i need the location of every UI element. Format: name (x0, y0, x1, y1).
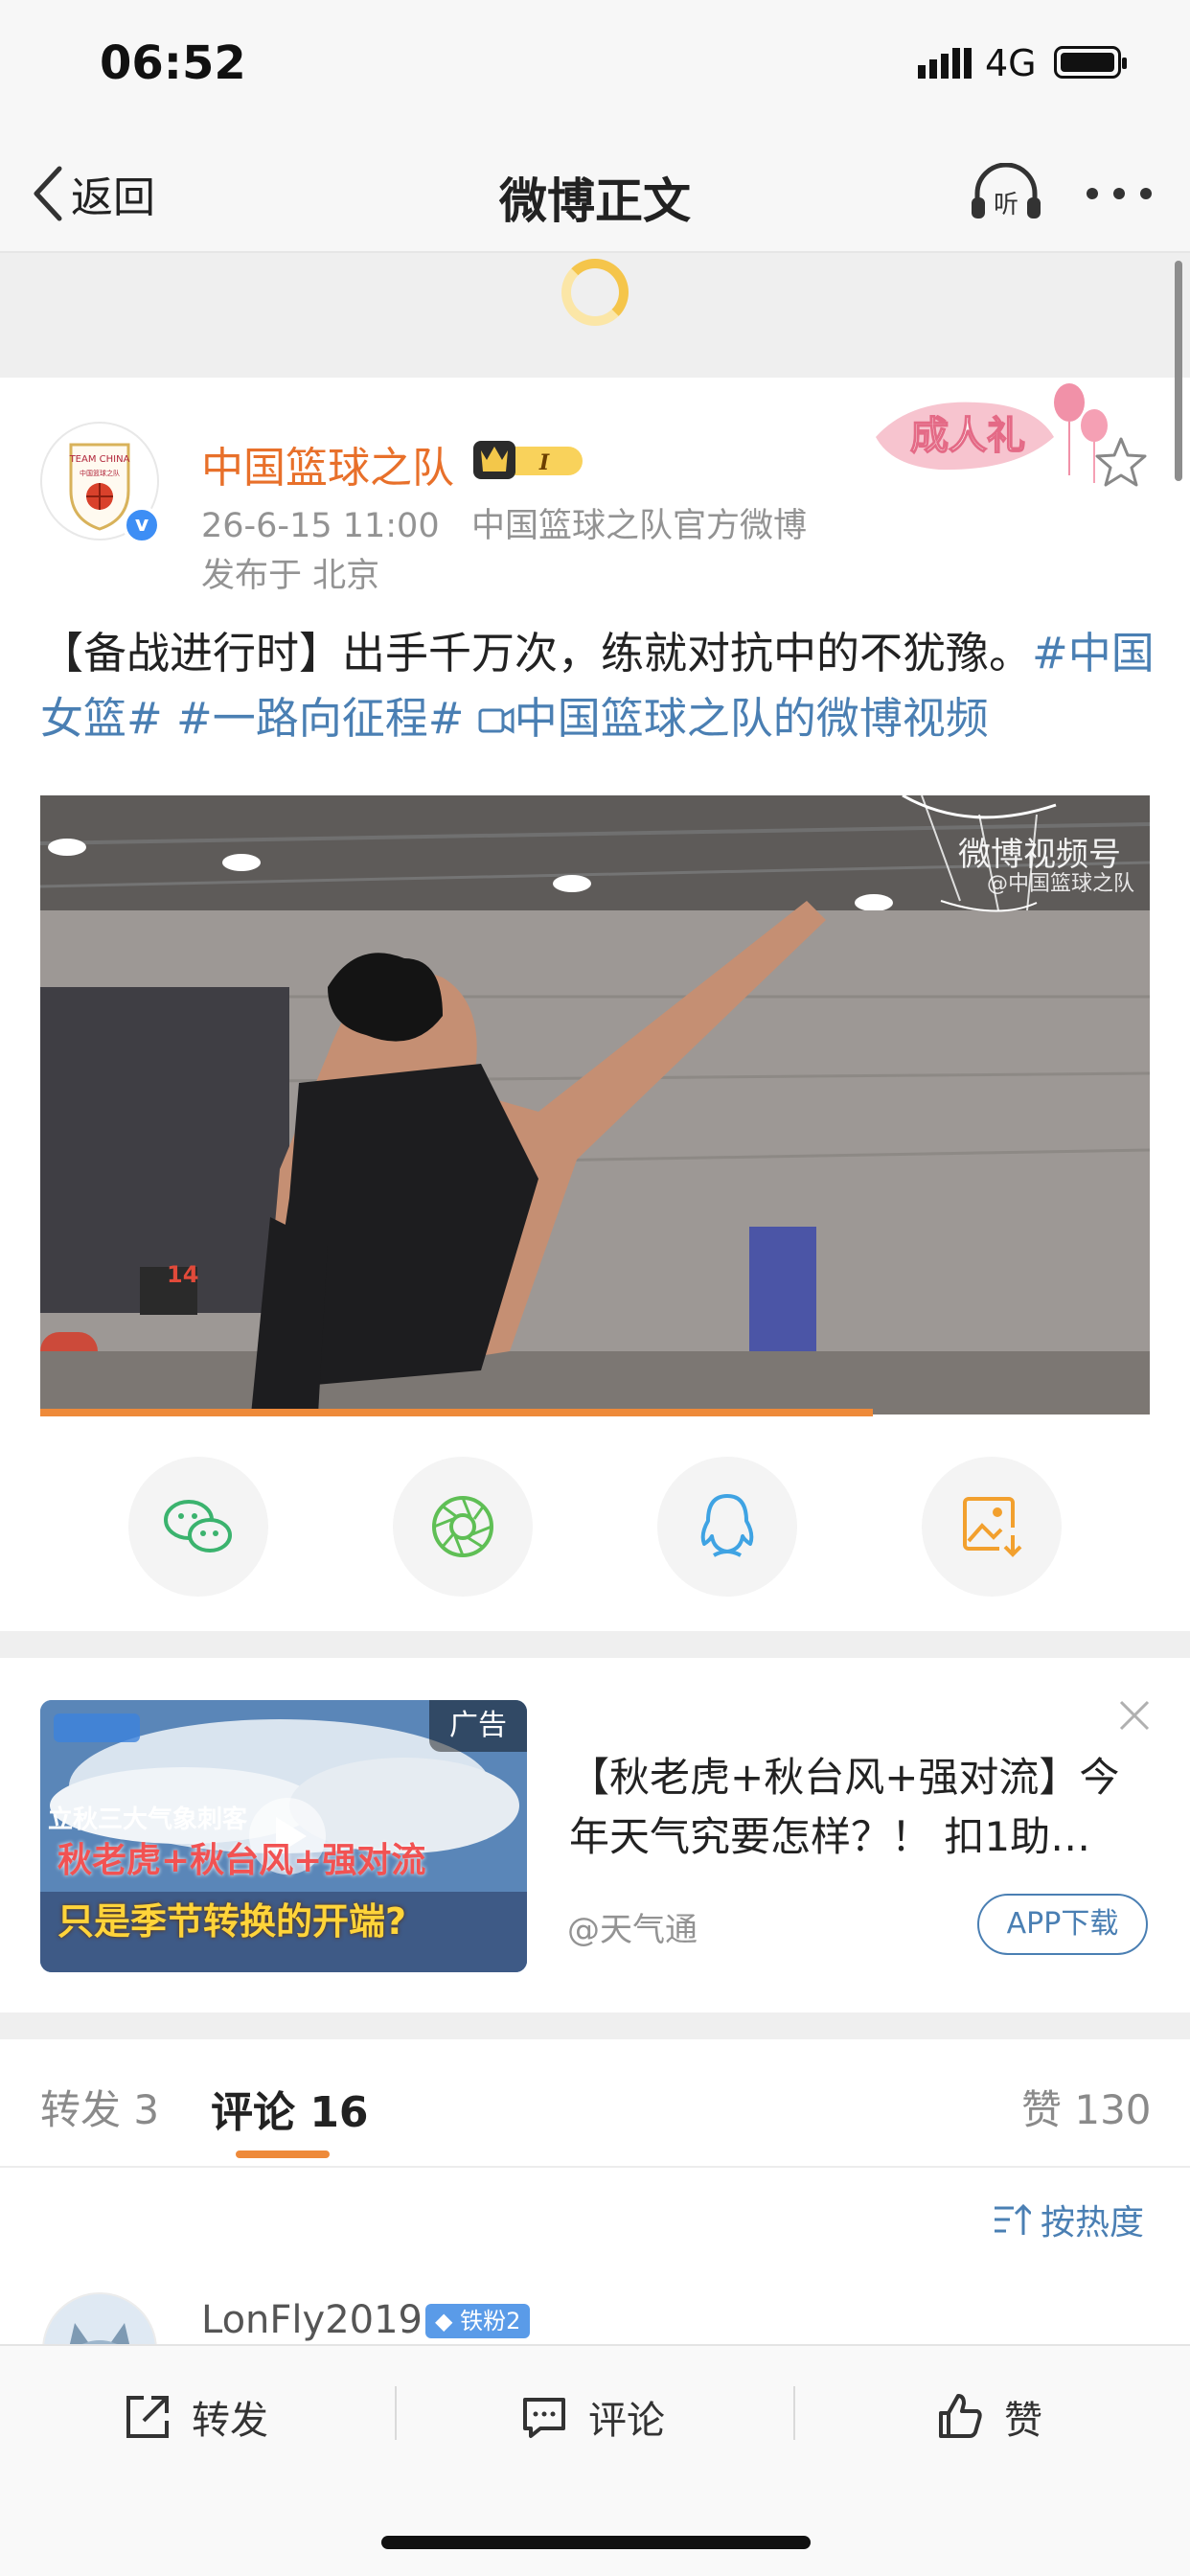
repost-button[interactable]: 转发 (123, 2379, 268, 2455)
post-source: 中国篮球之队官方微博 (470, 507, 807, 545)
vip-badge-icon[interactable]: I (473, 437, 586, 487)
home-indicator[interactable] (381, 2536, 811, 2549)
like-button[interactable]: 赞 (935, 2379, 1042, 2455)
repost-icon (126, 2396, 169, 2438)
tab-like[interactable]: 赞 130 (1021, 2078, 1152, 2136)
more-dots-icon (1087, 188, 1152, 199)
star-icon (1095, 437, 1147, 487)
divider (793, 2386, 795, 2440)
active-tab-indicator (236, 2150, 330, 2158)
like-label: 赞 (1004, 2399, 1042, 2443)
sort-label: 按热度 (1041, 2203, 1145, 2242)
video-camera-icon (478, 707, 515, 734)
scrollbar[interactable] (1175, 261, 1182, 481)
section-divider (0, 1631, 1190, 1658)
tab-repost[interactable]: 转发 3 (40, 2078, 159, 2136)
post-timestamp: 26-6-15 11:00 (201, 507, 440, 545)
vip-level: I (538, 450, 550, 475)
save-image-button[interactable] (922, 1457, 1062, 1597)
network-type: 4G (985, 42, 1037, 84)
hashtag-link[interactable]: #一路向征程# (176, 693, 464, 744)
video-link-label: 中国篮球之队的微博视频 (514, 693, 989, 744)
section-divider (0, 2012, 1190, 2039)
video-frame (40, 795, 1150, 1414)
ad-label: 广告 (429, 1700, 527, 1752)
verified-badge-icon: v (123, 506, 161, 544)
interaction-tabs (0, 2043, 1190, 2168)
avatar-text: TEAM CHINA (69, 454, 130, 465)
loading-spinner-icon (561, 259, 629, 326)
wechat-icon (164, 1500, 232, 1552)
ad-image-caption: 立秋三大气象刺客 (48, 1806, 248, 1834)
ad-image-headline: 秋老虎+秋台风+强对流 (57, 1841, 426, 1880)
share-wechat-button[interactable] (128, 1457, 268, 1597)
thumbs-up-icon (939, 2394, 982, 2438)
close-icon (1119, 1700, 1150, 1731)
decoration-label: 成人礼 (910, 414, 1025, 458)
post-text: 【备战进行时】出手千万次，练就对抗中的不犹豫。 (40, 628, 1033, 678)
avatar-subtext: 中国篮球之队 (80, 469, 120, 477)
divider (395, 2386, 397, 2440)
ad-source[interactable]: @天气通 (567, 1903, 698, 1950)
headphones-icon: 听 (972, 162, 1041, 219)
fan-level-label: 铁粉2 (460, 2308, 521, 2334)
tab-comment[interactable]: 评论 16 (211, 2078, 369, 2139)
repost-label: 转发 (192, 2399, 268, 2443)
author-name[interactable]: 中国篮球之队 (201, 433, 454, 494)
status-time: 06:52 (100, 36, 246, 90)
sort-button[interactable]: 按热度 (993, 2195, 1144, 2244)
video-player[interactable]: 14 (40, 795, 1150, 1414)
comment-button[interactable]: 评论 (519, 2379, 665, 2455)
video-progress-bar[interactable] (40, 1409, 873, 1416)
moments-icon (432, 1496, 493, 1557)
listen-button[interactable]: 听 (968, 162, 1044, 228)
post-content: 【备战进行时】出手千万次，练就对抗中的不犹豫。#中国女篮# #一路向征程# 中国… (40, 621, 1161, 751)
comment-icon (523, 2398, 565, 2438)
status-bar: 06:52 4G (0, 0, 1190, 134)
signal-icon (918, 48, 972, 79)
favorite-button[interactable] (1092, 435, 1150, 493)
nav-bar: 返回 微博正文 听 (0, 134, 1190, 253)
save-image-icon (963, 1497, 1022, 1557)
share-qq-button[interactable] (657, 1457, 797, 1597)
sort-icon (995, 2203, 1031, 2235)
video-link[interactable]: 中国篮球之队的微博视频 (478, 693, 989, 744)
ad-close-button[interactable] (1115, 1696, 1154, 1745)
commenter-username[interactable]: LonFly2019 (201, 2298, 423, 2342)
post-meta: 26-6-15 11:00 中国篮球之队官方微博 (201, 498, 807, 547)
scoreboard-value: 14 (167, 1261, 199, 1288)
more-button[interactable] (1081, 163, 1157, 228)
comment-label: 评论 (588, 2399, 665, 2443)
qq-icon (700, 1494, 754, 1557)
video-watermark-sub: @中国篮球之队 (987, 872, 1135, 896)
app-download-button[interactable]: APP下载 (977, 1894, 1148, 1955)
post-location: 发布于 北京 (201, 557, 380, 595)
listen-label: 听 (994, 191, 1018, 219)
battery-icon (1054, 46, 1127, 79)
share-moments-button[interactable] (393, 1457, 533, 1597)
coming-of-age-decoration: 成人礼 (872, 380, 1121, 489)
ad-image-subhead: 只是季节转换的开端? (57, 1900, 407, 1943)
fan-level-badge: ◆ 铁粉2 (425, 2304, 531, 2338)
ad-title[interactable]: 【秋老虎+秋台风+强对流】今年天气究要怎样？！ 扣1助… (569, 1748, 1154, 1867)
